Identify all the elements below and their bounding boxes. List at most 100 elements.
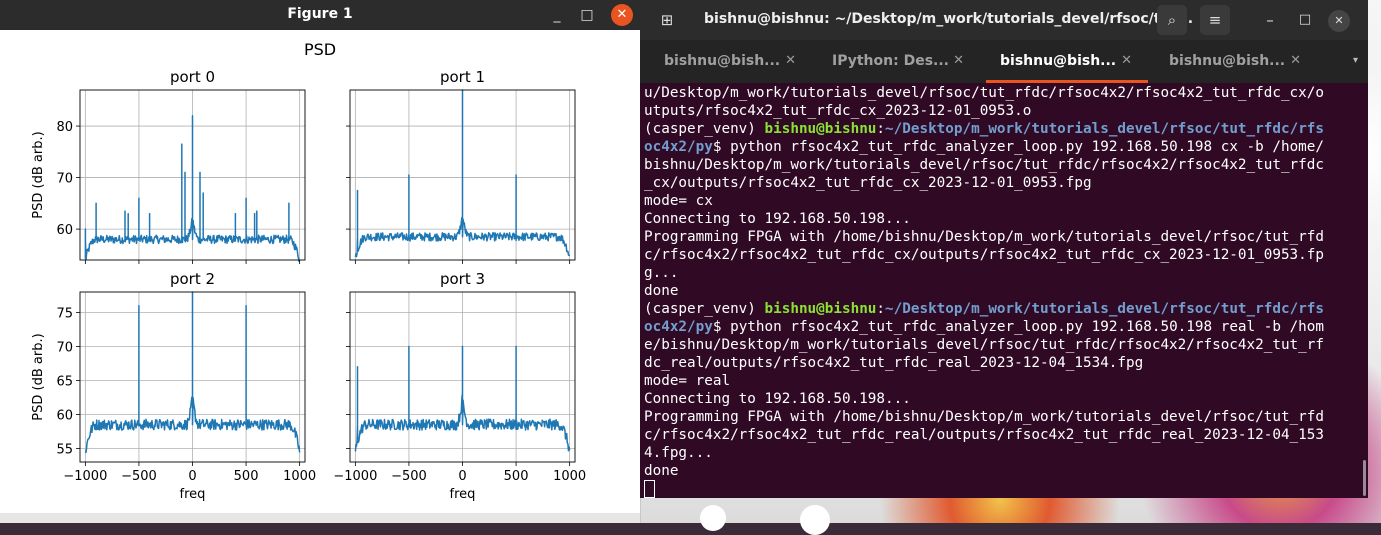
tab-dropdown-icon[interactable]: ▾ xyxy=(1353,55,1358,66)
minimize-button[interactable]: _ xyxy=(546,4,568,26)
terminal-line: (casper_venv) bishnu@bishnu:~/Desktop/m_… xyxy=(644,120,1364,138)
subplot-port-3: port 3 −1000 −500 0 500 1000 freq xyxy=(333,270,586,502)
line-text: e/bishnu/Desktop/m_work/tutorials_devel/… xyxy=(644,337,1324,353)
x-tick-label: 0 xyxy=(458,469,466,484)
x-axis-label: freq xyxy=(450,487,476,502)
y-tick-label: 75 xyxy=(56,306,73,321)
wallpaper-blob xyxy=(800,505,830,535)
terminal-close-button[interactable]: ✕ xyxy=(1328,10,1350,32)
figure-titlebar[interactable]: Figure 1 _ □ ✕ xyxy=(0,0,640,30)
line-text: 4.fpg... xyxy=(644,445,713,461)
terminal-line: mode= cx xyxy=(644,192,1364,210)
y-tick-label: 60 xyxy=(56,408,73,423)
y-tick-label: 60 xyxy=(56,223,73,238)
x-tick-label: −500 xyxy=(391,469,427,484)
line-text: mode= real xyxy=(644,373,731,389)
figure-suptitle: PSD xyxy=(304,40,336,59)
terminal-line: Programming FPGA with /home/bishnu/Deskt… xyxy=(644,408,1364,426)
prompt-path: oc4x2/py xyxy=(644,319,713,335)
psd-series-line xyxy=(84,115,301,262)
terminal-scrollbar[interactable] xyxy=(1363,460,1366,496)
subplot-title: port 3 xyxy=(440,270,485,288)
tab-1[interactable]: bishnu@bish... ✕ xyxy=(640,40,822,83)
terminal-window: ⊞ bishnu@bishnu: ~/Desktop/m_work/tutori… xyxy=(640,0,1368,498)
terminal-line: Connecting to 192.168.50.198... xyxy=(644,210,1364,228)
terminal-cursor xyxy=(644,480,655,498)
terminal-line: Connecting to 192.168.50.198... xyxy=(644,390,1364,408)
line-text: g... xyxy=(644,265,679,281)
prompt-user: bishnu@bishnu xyxy=(764,121,877,137)
tab-3[interactable]: bishnu@bish... ✕ xyxy=(976,40,1158,83)
tab-label: bishnu@bish... xyxy=(664,53,781,69)
search-icon[interactable]: ⌕ xyxy=(1157,5,1187,35)
line-text: Programming FPGA with /home/bishnu/Deskt… xyxy=(644,409,1324,425)
terminal-tab-bar: bishnu@bish... ✕ IPython: Des... ✕ bishn… xyxy=(640,40,1368,83)
y-tick-label: 80 xyxy=(56,120,73,135)
terminal-output[interactable]: u/Desktop/m_work/tutorials_devel/rfsoc/t… xyxy=(644,84,1364,498)
line-text: Programming FPGA with /home/bishnu/Deskt… xyxy=(644,229,1324,245)
prompt-separator: : xyxy=(876,121,886,137)
wallpaper-blob xyxy=(700,505,726,531)
y-tick-label: 70 xyxy=(56,172,73,187)
x-tick-label: −1000 xyxy=(333,469,377,484)
prompt-env: (casper_venv) xyxy=(644,301,765,317)
prompt-path: ~/Desktop/m_work/tutorials_devel/rfsoc/t… xyxy=(885,121,1325,137)
line-text: $ python rfsoc4x2_tut_rfdc_analyzer_loop… xyxy=(712,319,1325,335)
prompt-path: ~/Desktop/m_work/tutorials_devel/rfsoc/t… xyxy=(885,301,1325,317)
terminal-line: 4.fpg... xyxy=(644,444,1364,462)
terminal-headerbar[interactable]: ⊞ bishnu@bishnu: ~/Desktop/m_work/tutori… xyxy=(640,0,1368,40)
line-text: c/rfsoc4x2/rfsoc4x2_tut_rfdc_real/output… xyxy=(644,427,1324,443)
menu-icon[interactable]: ≡ xyxy=(1200,5,1230,35)
line-text: Connecting to 192.168.50.198... xyxy=(644,211,911,227)
terminal-line: mode= real xyxy=(644,372,1364,390)
tab-close-icon[interactable]: ✕ xyxy=(1290,53,1301,68)
tab-close-icon[interactable]: ✕ xyxy=(1121,53,1132,68)
x-tick-label: 0 xyxy=(188,469,196,484)
prompt-user: bishnu@bishnu xyxy=(764,301,877,317)
terminal-line: (casper_venv) bishnu@bishnu:~/Desktop/m_… xyxy=(644,300,1364,318)
tab-close-icon[interactable]: ✕ xyxy=(785,53,796,68)
terminal-line: c/rfsoc4x2/rfsoc4x2_tut_rfdc_real/output… xyxy=(644,426,1364,444)
terminal-line: utputs/rfsoc4x2_tut_rfdc_cx_2023-12-01_0… xyxy=(644,102,1364,120)
figure-toolbar-strip xyxy=(0,513,640,523)
psd-figure: PSD port 0 60 70 80 PSD (dB arb.) port 1 port … xyxy=(31,40,586,502)
psd-series-line xyxy=(354,89,571,258)
line-text: $ python rfsoc4x2_tut_rfdc_analyzer_loop… xyxy=(712,139,1325,155)
terminal-line: u/Desktop/m_work/tutorials_devel/rfsoc/t… xyxy=(644,84,1364,102)
subplot-title: port 0 xyxy=(170,68,215,86)
terminal-line: oc4x2/py$ python rfsoc4x2_tut_rfdc_analy… xyxy=(644,318,1364,336)
tab-label: bishnu@bish... xyxy=(1169,53,1286,69)
new-tab-icon[interactable]: ⊞ xyxy=(652,5,682,35)
terminal-line: e/bishnu/Desktop/m_work/tutorials_devel/… xyxy=(644,336,1364,354)
terminal-minimize-button[interactable]: – xyxy=(1255,5,1285,35)
terminal-line: done xyxy=(644,462,1364,480)
line-text: _cx/outputs/rfsoc4x2_tut_rfdc_cx_2023-12… xyxy=(644,175,1092,191)
terminal-line: dc_real/outputs/rfsoc4x2_tut_rfdc_real_2… xyxy=(644,354,1364,372)
line-text: done xyxy=(644,463,679,479)
tab-4[interactable]: bishnu@bish... ✕ xyxy=(1145,40,1327,83)
x-tick-label: 1000 xyxy=(283,469,316,484)
line-text: utputs/rfsoc4x2_tut_rfdc_cx_2023-12-01_0… xyxy=(644,103,1032,119)
subplot-port-1: port 1 xyxy=(346,68,576,264)
terminal-line: c/rfsoc4x2/rfsoc4x2_tut_rfdc_cx/outputs/… xyxy=(644,246,1364,264)
tab-close-icon[interactable]: ✕ xyxy=(953,53,964,68)
y-tick-label: 70 xyxy=(56,340,73,355)
x-tick-label: 500 xyxy=(504,469,529,484)
line-text: mode= cx xyxy=(644,193,713,209)
prompt-separator: : xyxy=(876,301,886,317)
maximize-button[interactable]: □ xyxy=(576,4,598,26)
terminal-line: Programming FPGA with /home/bishnu/Deskt… xyxy=(644,228,1364,246)
terminal-maximize-button[interactable]: □ xyxy=(1290,5,1320,35)
line-text: dc_real/outputs/rfsoc4x2_tut_rfdc_real_2… xyxy=(644,355,1144,371)
subplot-title: port 1 xyxy=(440,68,485,86)
line-text: u/Desktop/m_work/tutorials_devel/rfsoc/t… xyxy=(644,85,1324,101)
figure-title: Figure 1 xyxy=(287,6,353,22)
terminal-line: done xyxy=(644,282,1364,300)
close-button[interactable]: ✕ xyxy=(611,4,633,26)
y-axis-label: PSD (dB arb.) xyxy=(31,333,46,420)
x-tick-label: −1000 xyxy=(63,469,107,484)
y-tick-label: 65 xyxy=(56,374,73,389)
x-axis-label: freq xyxy=(180,487,206,502)
x-tick-label: 1000 xyxy=(553,469,586,484)
tab-2[interactable]: IPython: Des... ✕ xyxy=(808,40,990,83)
